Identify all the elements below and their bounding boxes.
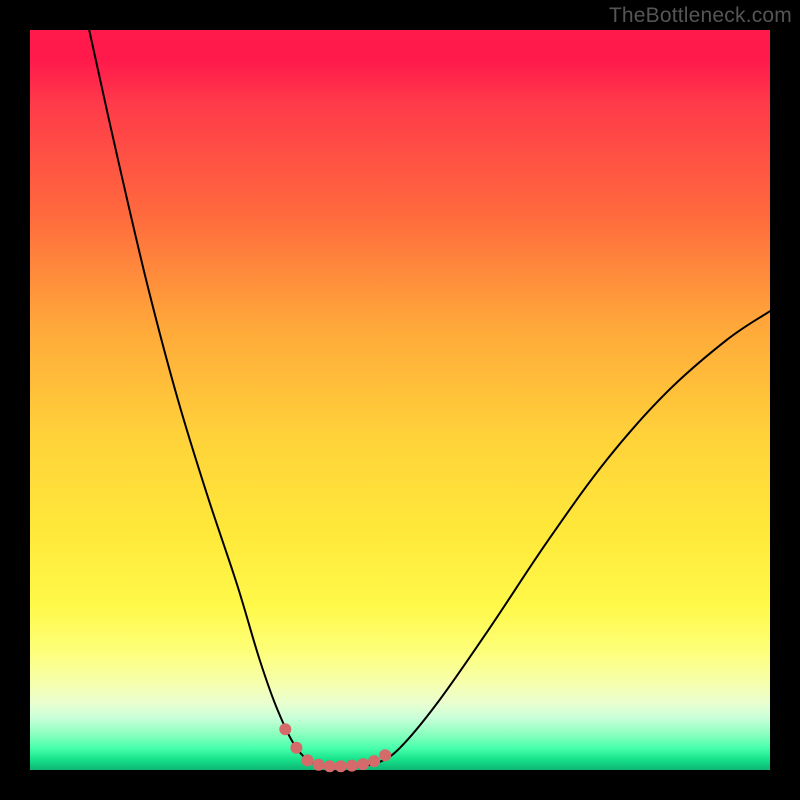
highlight-dot xyxy=(302,754,314,766)
highlight-dot xyxy=(290,742,302,754)
highlight-dot xyxy=(324,760,336,772)
highlight-dot xyxy=(368,755,380,767)
watermark-text: TheBottleneck.com xyxy=(609,4,792,28)
highlight-dot xyxy=(279,723,291,735)
chart-stage: TheBottleneck.com xyxy=(0,0,800,800)
highlight-dot xyxy=(357,758,369,770)
highlight-dot xyxy=(379,749,391,761)
highlight-dot xyxy=(313,759,325,771)
bottleneck-curve xyxy=(89,30,770,767)
marker-group xyxy=(279,723,391,772)
plot-area xyxy=(30,30,770,770)
highlight-dot xyxy=(335,760,347,772)
chart-svg xyxy=(30,30,770,770)
highlight-dot xyxy=(346,760,358,772)
